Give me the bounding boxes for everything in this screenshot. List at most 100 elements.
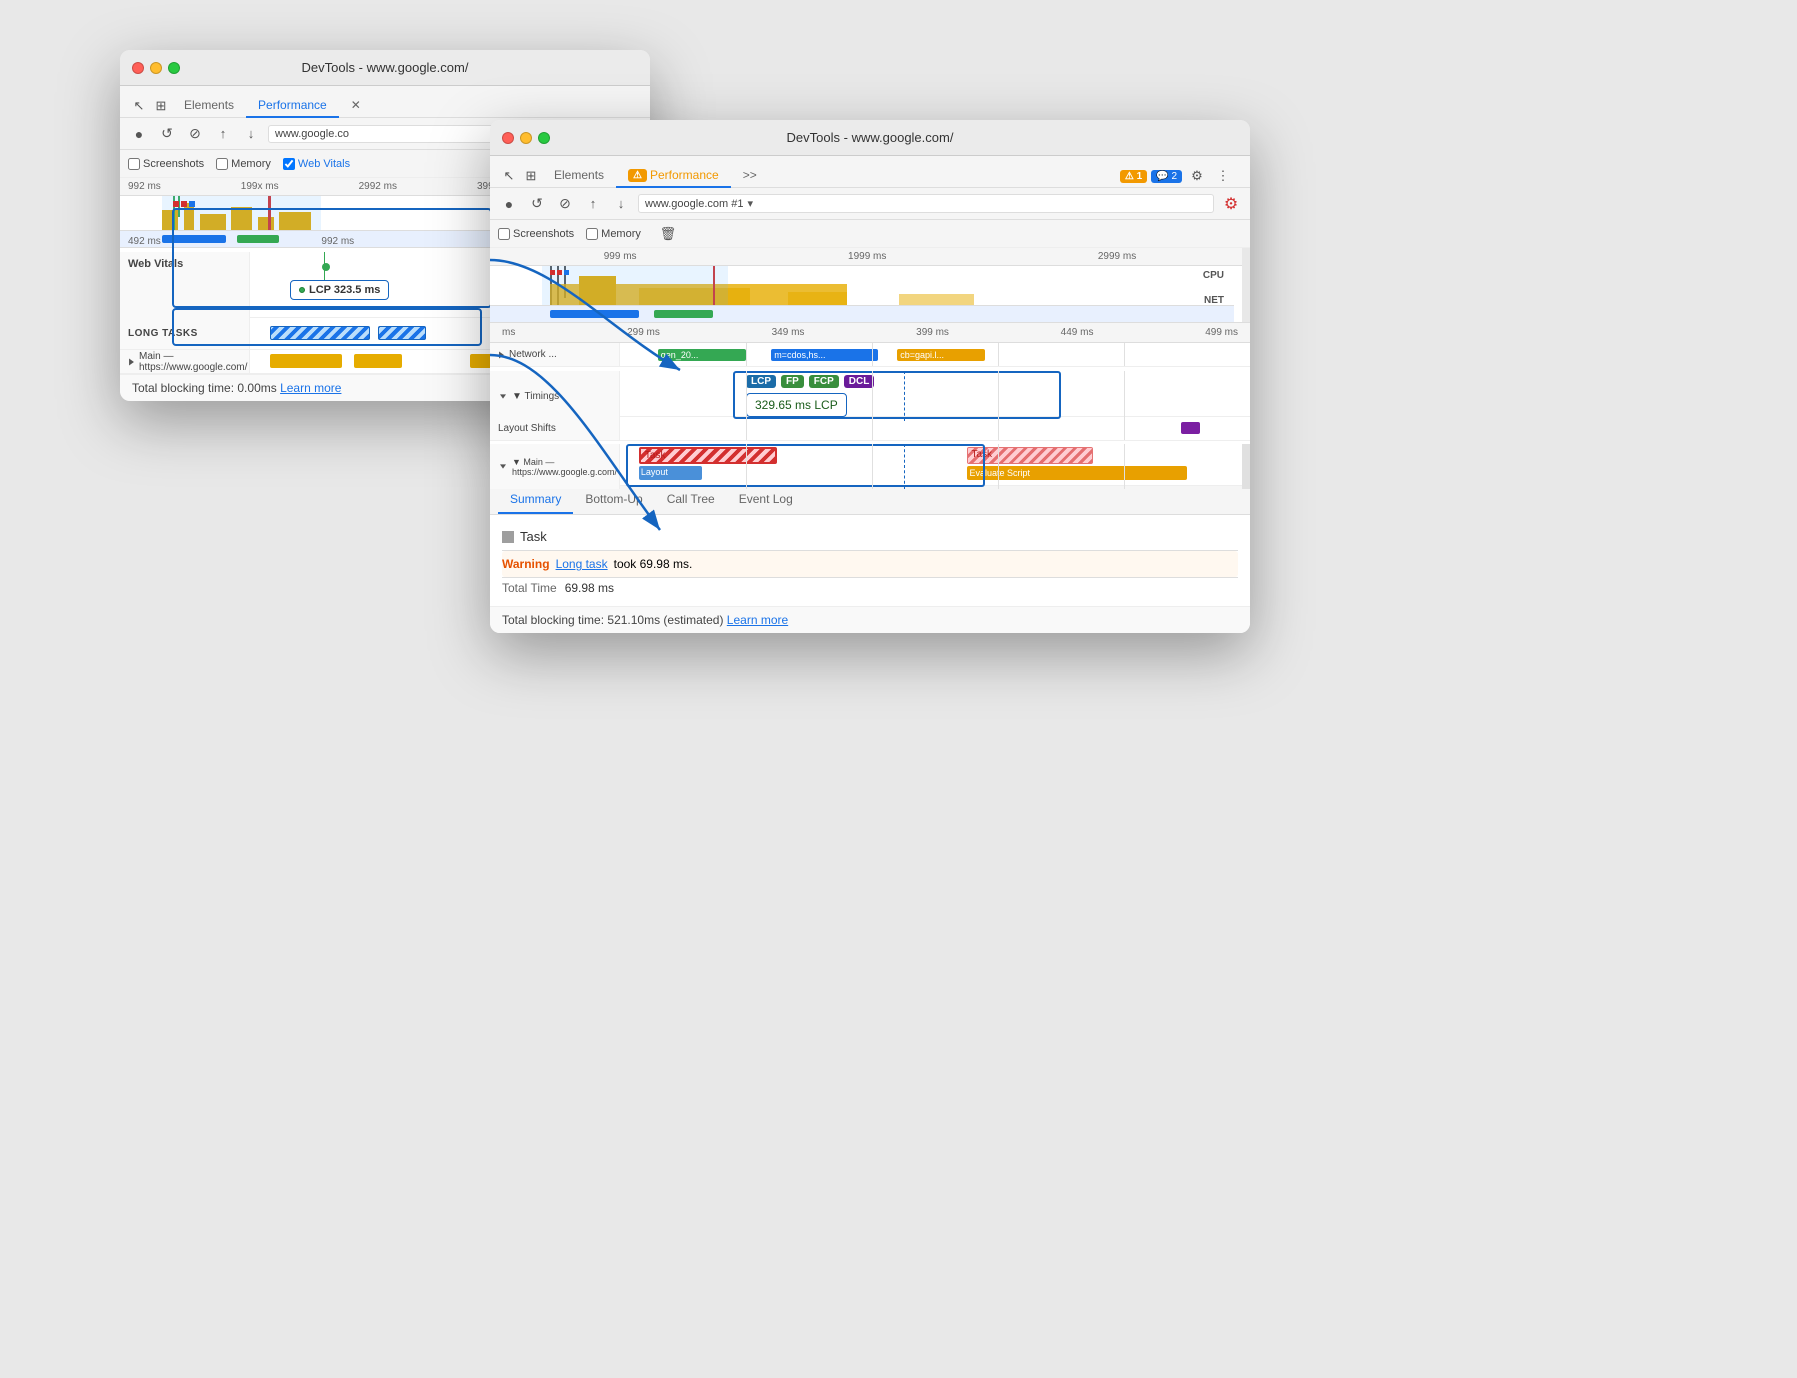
settings-icon-front[interactable] bbox=[1186, 165, 1208, 187]
network-track-front: Network ... gen_20... m=cdos,hs... cb=ga… bbox=[490, 343, 1250, 367]
tab-bar-front: Elements ⚠ Performance >> ⚠ 1 💬 2 bbox=[490, 156, 1250, 188]
record-icon[interactable]: ● bbox=[128, 123, 150, 145]
reload-icon-front[interactable]: ↺ bbox=[526, 193, 548, 215]
layers-icon[interactable] bbox=[150, 95, 172, 117]
cursor-icon[interactable] bbox=[128, 95, 150, 117]
record-icon-front[interactable]: ● bbox=[498, 193, 520, 215]
close-button-front[interactable] bbox=[502, 132, 514, 144]
task-bar-2[interactable]: Task bbox=[967, 447, 1093, 464]
main-bar-2 bbox=[354, 354, 402, 368]
tab-summary[interactable]: Summary bbox=[498, 486, 573, 514]
clear-icon-front[interactable]: ⊘ bbox=[554, 193, 576, 215]
upload-icon[interactable]: ↑ bbox=[212, 123, 234, 145]
minimize-button-back[interactable] bbox=[150, 62, 162, 74]
screenshots-checkbox-front[interactable]: Screenshots bbox=[498, 228, 574, 240]
clear-icon[interactable]: ⊘ bbox=[184, 123, 206, 145]
tab-elements-front[interactable]: Elements bbox=[542, 164, 616, 188]
tab-performance-back[interactable]: Performance bbox=[246, 94, 339, 118]
layout-shifts-content bbox=[620, 417, 1250, 440]
warn-icon: ⚠ bbox=[628, 169, 647, 182]
layout-shift-bar bbox=[1181, 422, 1200, 434]
download-icon[interactable]: ↓ bbox=[240, 123, 262, 145]
lcp-vline bbox=[324, 252, 325, 280]
net-bar-3: cb=gapi.l... bbox=[897, 349, 985, 361]
long-tasks-label: LONG TASKS bbox=[120, 318, 250, 349]
settings-red-icon[interactable]: ⚙ bbox=[1220, 193, 1242, 215]
checkbox-bar-front: Screenshots Memory 🗑 bbox=[490, 220, 1250, 248]
window-title-front: DevTools - www.google.com/ bbox=[787, 130, 954, 145]
webvitals-checkbox-back[interactable]: Web Vitals bbox=[283, 158, 350, 170]
main-track-front: ▼ Main — https://www.google.g.com/ Task … bbox=[490, 441, 1250, 486]
tab-event-log[interactable]: Event Log bbox=[727, 486, 805, 514]
timeline-ruler-top: 999 ms 1999 ms 2999 ms bbox=[490, 248, 1250, 266]
network-label-front: Network ... bbox=[490, 343, 620, 366]
dropdown-arrow: ▾ bbox=[747, 197, 753, 210]
tab-more-front[interactable]: >> bbox=[731, 164, 769, 188]
summary-content-front: Task Warning Long task took 69.98 ms. To… bbox=[490, 515, 1250, 606]
comment-count-badge: 💬 2 bbox=[1151, 170, 1182, 183]
web-vitals-label: Web Vitals bbox=[120, 252, 250, 322]
url-display-front: www.google.com #1 ▾ bbox=[638, 194, 1214, 213]
task-bar-1[interactable]: Task bbox=[639, 447, 778, 464]
memory-checkbox-front[interactable]: Memory bbox=[586, 228, 641, 240]
net-label-front: NET bbox=[1204, 295, 1224, 306]
close-button-back[interactable] bbox=[132, 62, 144, 74]
timeline-overview-front: 999 ms 1999 ms 2999 ms bbox=[490, 248, 1250, 323]
ruler-992ms: 992 ms bbox=[321, 236, 354, 247]
window-title-back: DevTools - www.google.com/ bbox=[302, 60, 469, 75]
lcp-label-box: LCP 323.5 ms bbox=[290, 280, 389, 300]
main-label-front: ▼ Main — https://www.google.g.com/ bbox=[490, 444, 620, 489]
controls-bar-front: ● ↺ ⊘ ↑ ↓ www.google.com #1 ▾ ⚙ bbox=[490, 188, 1250, 220]
task-title-row: Task bbox=[502, 523, 1238, 550]
minimize-button-front[interactable] bbox=[520, 132, 532, 144]
tab-performance-front[interactable]: ⚠ Performance bbox=[616, 164, 731, 188]
screenshots-checkbox-back[interactable]: Screenshots bbox=[128, 158, 204, 170]
timings-track-front: ▼ Timings LCP FP FCP DCL 329.65 ms LCP bbox=[490, 367, 1250, 417]
scrollbar-tracks[interactable] bbox=[1242, 444, 1250, 489]
grid-line-2 bbox=[872, 343, 873, 366]
cpu-graph-front: CPU bbox=[490, 266, 1234, 306]
maximize-button-back[interactable] bbox=[168, 62, 180, 74]
network-content-front: gen_20... m=cdos,hs... cb=gapi.l... bbox=[620, 343, 1250, 366]
tracks-area-front: Network ... gen_20... m=cdos,hs... cb=ga… bbox=[490, 343, 1250, 486]
dashed-line-mid bbox=[904, 371, 906, 421]
ruler-492ms: 492 ms bbox=[128, 236, 161, 247]
long-task-bar-2 bbox=[378, 326, 426, 340]
lcp-badge: LCP bbox=[746, 375, 776, 388]
learn-more-front[interactable]: Learn more bbox=[727, 613, 788, 627]
net-overview-front: NET bbox=[490, 305, 1234, 322]
tab-close-back[interactable]: ✕ bbox=[339, 94, 373, 118]
cursor-icon-front[interactable] bbox=[498, 165, 520, 187]
cpu-label-front: CPU bbox=[1203, 270, 1224, 281]
scrollbar-timeline[interactable] bbox=[1242, 248, 1250, 322]
layers-icon-front[interactable] bbox=[520, 165, 542, 187]
trash-icon-front[interactable]: 🗑 bbox=[657, 223, 679, 245]
title-bar-back: DevTools - www.google.com/ bbox=[120, 50, 650, 86]
memory-checkbox-back[interactable]: Memory bbox=[216, 158, 271, 170]
task-icon bbox=[502, 531, 514, 543]
reload-icon[interactable]: ↺ bbox=[156, 123, 178, 145]
download-icon-front[interactable]: ↓ bbox=[610, 193, 632, 215]
main-content-front: Task Task Evaluate Script Layout bbox=[620, 444, 1250, 489]
more-icon-front[interactable] bbox=[1212, 165, 1234, 187]
timing-badges-row: LCP FP FCP DCL bbox=[746, 375, 876, 388]
fp-badge: FP bbox=[781, 375, 804, 388]
fcp-badge: FCP bbox=[809, 375, 839, 388]
devtools-window-front: DevTools - www.google.com/ Elements ⚠ Pe… bbox=[490, 120, 1250, 633]
upload-icon-front[interactable]: ↑ bbox=[582, 193, 604, 215]
timings-label-front: ▼ Timings bbox=[490, 371, 620, 421]
main-label-back: Main — https://www.google.com/ bbox=[120, 350, 250, 373]
lcp-tooltip: 329.65 ms LCP bbox=[746, 393, 847, 417]
warning-row: Warning Long task took 69.98 ms. bbox=[502, 551, 1238, 577]
grid-line-1 bbox=[746, 343, 747, 366]
warn-count-badge: ⚠ 1 bbox=[1120, 170, 1147, 183]
tab-bottom-up[interactable]: Bottom-Up bbox=[573, 486, 654, 514]
maximize-button-front[interactable] bbox=[538, 132, 550, 144]
tab-call-tree[interactable]: Call Tree bbox=[655, 486, 727, 514]
timings-content-front: LCP FP FCP DCL 329.65 ms LCP bbox=[620, 371, 1250, 421]
total-time-row: Total Time 69.98 ms bbox=[502, 578, 1238, 598]
learn-more-back[interactable]: Learn more bbox=[280, 381, 341, 395]
tab-elements-back[interactable]: Elements bbox=[172, 94, 246, 118]
main-dashed-2 bbox=[904, 444, 906, 489]
evaluate-script-bar: Evaluate Script bbox=[967, 466, 1188, 480]
